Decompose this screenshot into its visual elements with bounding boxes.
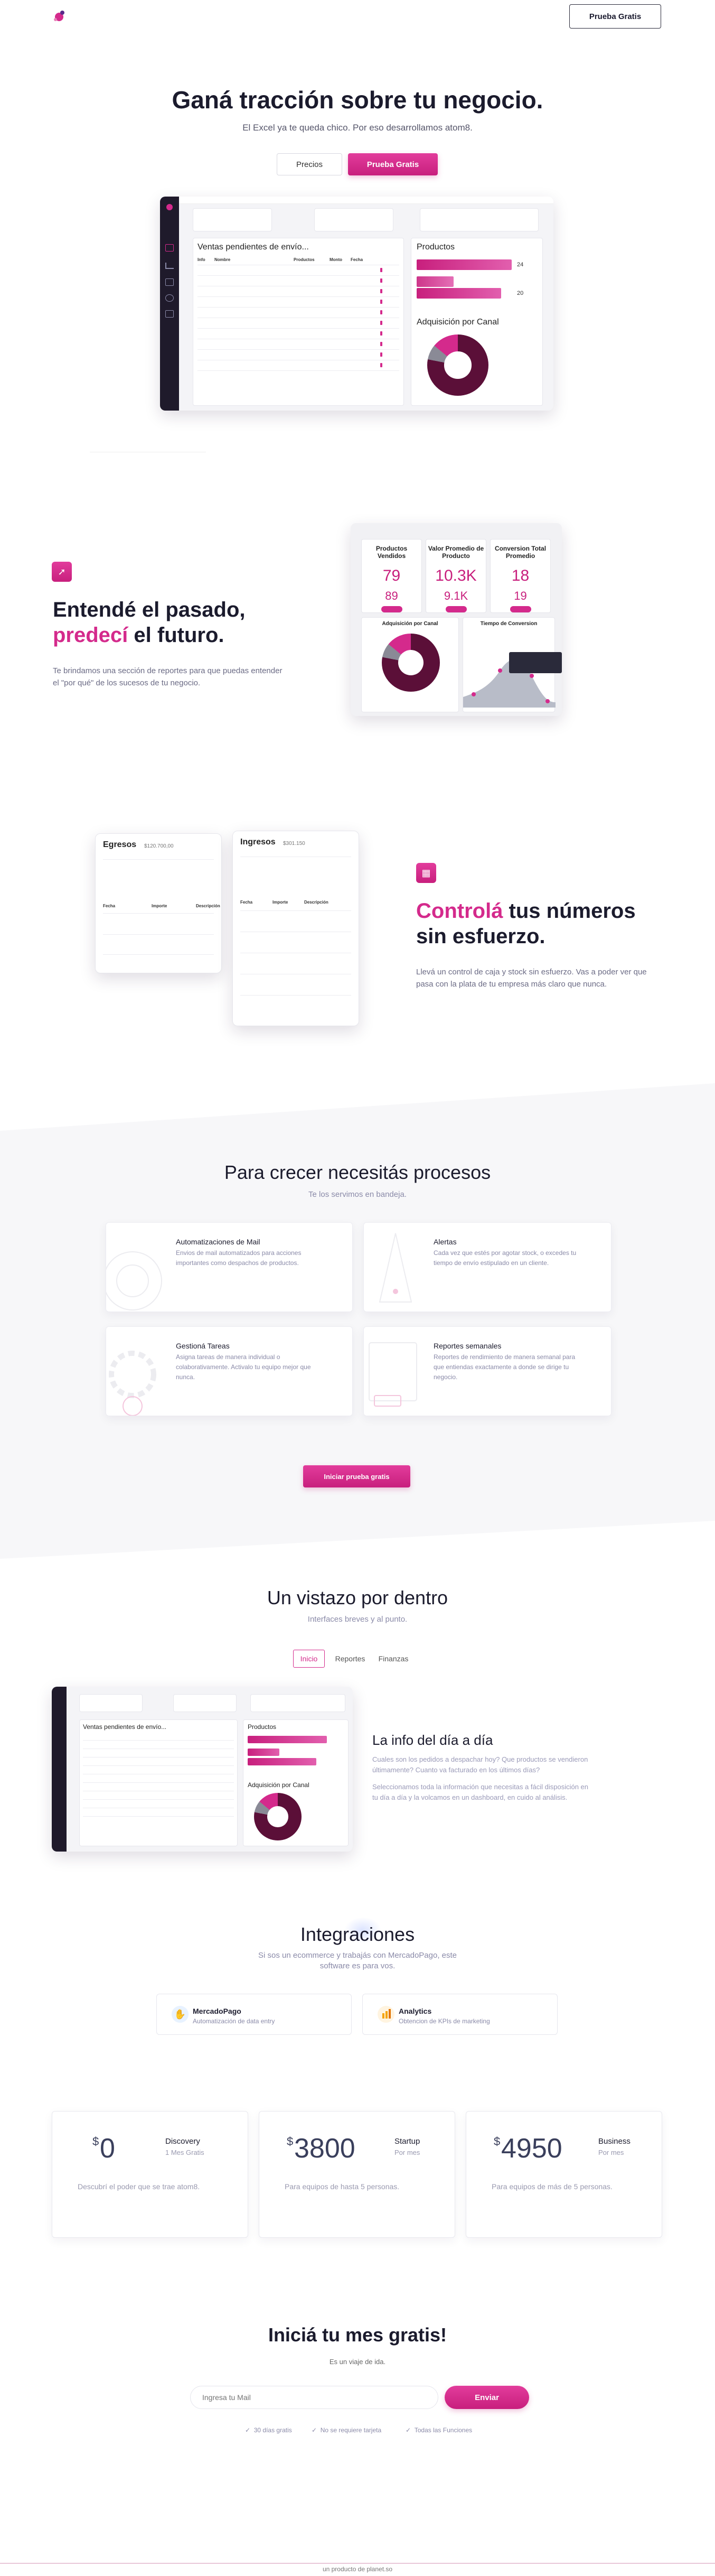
daily-info-heading: La info del día a día [372,1732,493,1748]
reports-heading: Entendé el pasado, predecí el futuro. [53,598,246,647]
calculator-icon: ▦ [416,863,436,883]
send-button[interactable]: Enviar [445,2386,529,2409]
tab-inicio[interactable]: Inicio [293,1650,325,1668]
pricing-discovery[interactable]: $ 0 Discovery 1 Mes Gratis Descubrí el p… [52,2111,248,2238]
signup-subtitle: Es un viaje de ida. [329,2358,386,2366]
prices-button[interactable]: Precios [277,153,342,175]
check-no-card: ✓ No se requiere tarjeta [312,2426,382,2434]
integrations-subtitle-2: software es para vos. [319,1961,396,1970]
process-subtitle: Te los servimos en bandeja. [308,1190,407,1199]
hero-title: Ganá tracción sobre tu negocio. [172,86,543,114]
products-title: Productos [417,243,455,252]
channel-acquisition-title: Adquisición por Canal [417,318,499,327]
integration-analytics[interactable]: Analytics Obtencion de KPIs de marketing [362,1994,558,2035]
tab-finanzas[interactable]: Finanzas [375,1650,412,1668]
control-heading: Controlá tus números sin esfuerzo. [416,899,636,948]
stat-card: Productos Vendidos 79 89 [361,539,422,613]
control-description: Llevá un control de caja y stock sin esf… [416,968,647,989]
pricing-business[interactable]: $ 4950 Business Por mes Para equipos de … [466,2111,662,2238]
integration-mercadopago[interactable]: ✋ MercadoPago Automatización de data ent… [156,1994,352,2035]
header-trial-button[interactable]: Prueba Gratis [569,4,661,29]
feature-card-mail: Automatizaciones de Mail Envios de mail … [106,1222,353,1312]
rocket-icon: ➚ [52,562,72,582]
analytics-icon [378,2006,394,2023]
conversion-area-chart [463,659,556,708]
dashboard-preview: Ventas pendientes de envío... Info Nombr… [160,197,553,411]
integrations-title: Integraciones [300,1923,415,1945]
email-input[interactable] [190,2386,438,2409]
inside-subtitle: Interfaces breves y al punto. [307,1615,408,1624]
feature-card-weekly-reports: Reportes semanales Reportes de rendimien… [363,1326,611,1416]
check-all-features: ✓ Todas las Funciones [406,2426,473,2434]
dashboard-sidebar [160,197,179,411]
pending-shipments-title: Ventas pendientes de envío... [197,243,309,252]
landing-page: Prueba Gratis Ganá tracción sobre tu neg… [0,0,715,2576]
daily-info-body-2: Seleccionamos toda la información que ne… [372,1783,589,1801]
start-trial-button[interactable]: Iniciar prueba gratis [303,1465,410,1487]
inside-title: Un vistazo por dentro [267,1587,448,1608]
hero-trial-button[interactable]: Prueba Gratis [348,153,438,175]
feature-card-tasks: Gestioná Tareas Asigna tareas de manera … [106,1326,353,1416]
egresos-panel: Egresos $120.700,00 Fecha Importe Descri… [95,833,222,973]
acquisition-donut [382,634,440,692]
tab-reportes[interactable]: Reportes [332,1650,369,1668]
mercadopago-icon: ✋ [172,2006,189,2023]
process-title: Para crecer necesitás procesos [224,1161,491,1183]
stat-card: Conversion Total Promedio 18 19 [490,539,551,613]
ingresos-panel: Ingresos $301.150 Fecha Importe Descripc… [232,831,359,1026]
hero-subtitle: El Excel ya te queda chico. Por eso desa… [242,123,473,133]
signup-title: Iniciá tu mes gratis! [268,2324,447,2346]
stat-card: Valor Promedio de Producto 10.3K 9.1K [426,539,486,613]
atom8-logo[interactable] [53,10,67,23]
channel-donut-chart [427,334,488,396]
integrations-subtitle-1: Si sos un ecommerce y trabajás con Merca… [258,1951,457,1960]
feature-card-alerts: Alertas Cada vez que estés por agotar st… [363,1222,611,1312]
pricing-startup[interactable]: $ 3800 Startup Por mes Para equipos de h… [259,2111,455,2238]
inside-dashboard-preview: Ventas pendientes de envío... Productos … [52,1687,353,1852]
process-background [0,1083,715,1559]
daily-info-body-1: Cuales son los pedidos a despachar hoy? … [372,1755,588,1774]
footer-credit: un producto de planet.so [322,2565,393,2573]
check-trial-days: ✓ 30 días gratis [245,2426,292,2434]
reports-description: Te brindamos una sección de reportes par… [53,666,283,687]
reports-preview: Productos Vendidos 79 89 Valor Promedio … [351,523,562,716]
